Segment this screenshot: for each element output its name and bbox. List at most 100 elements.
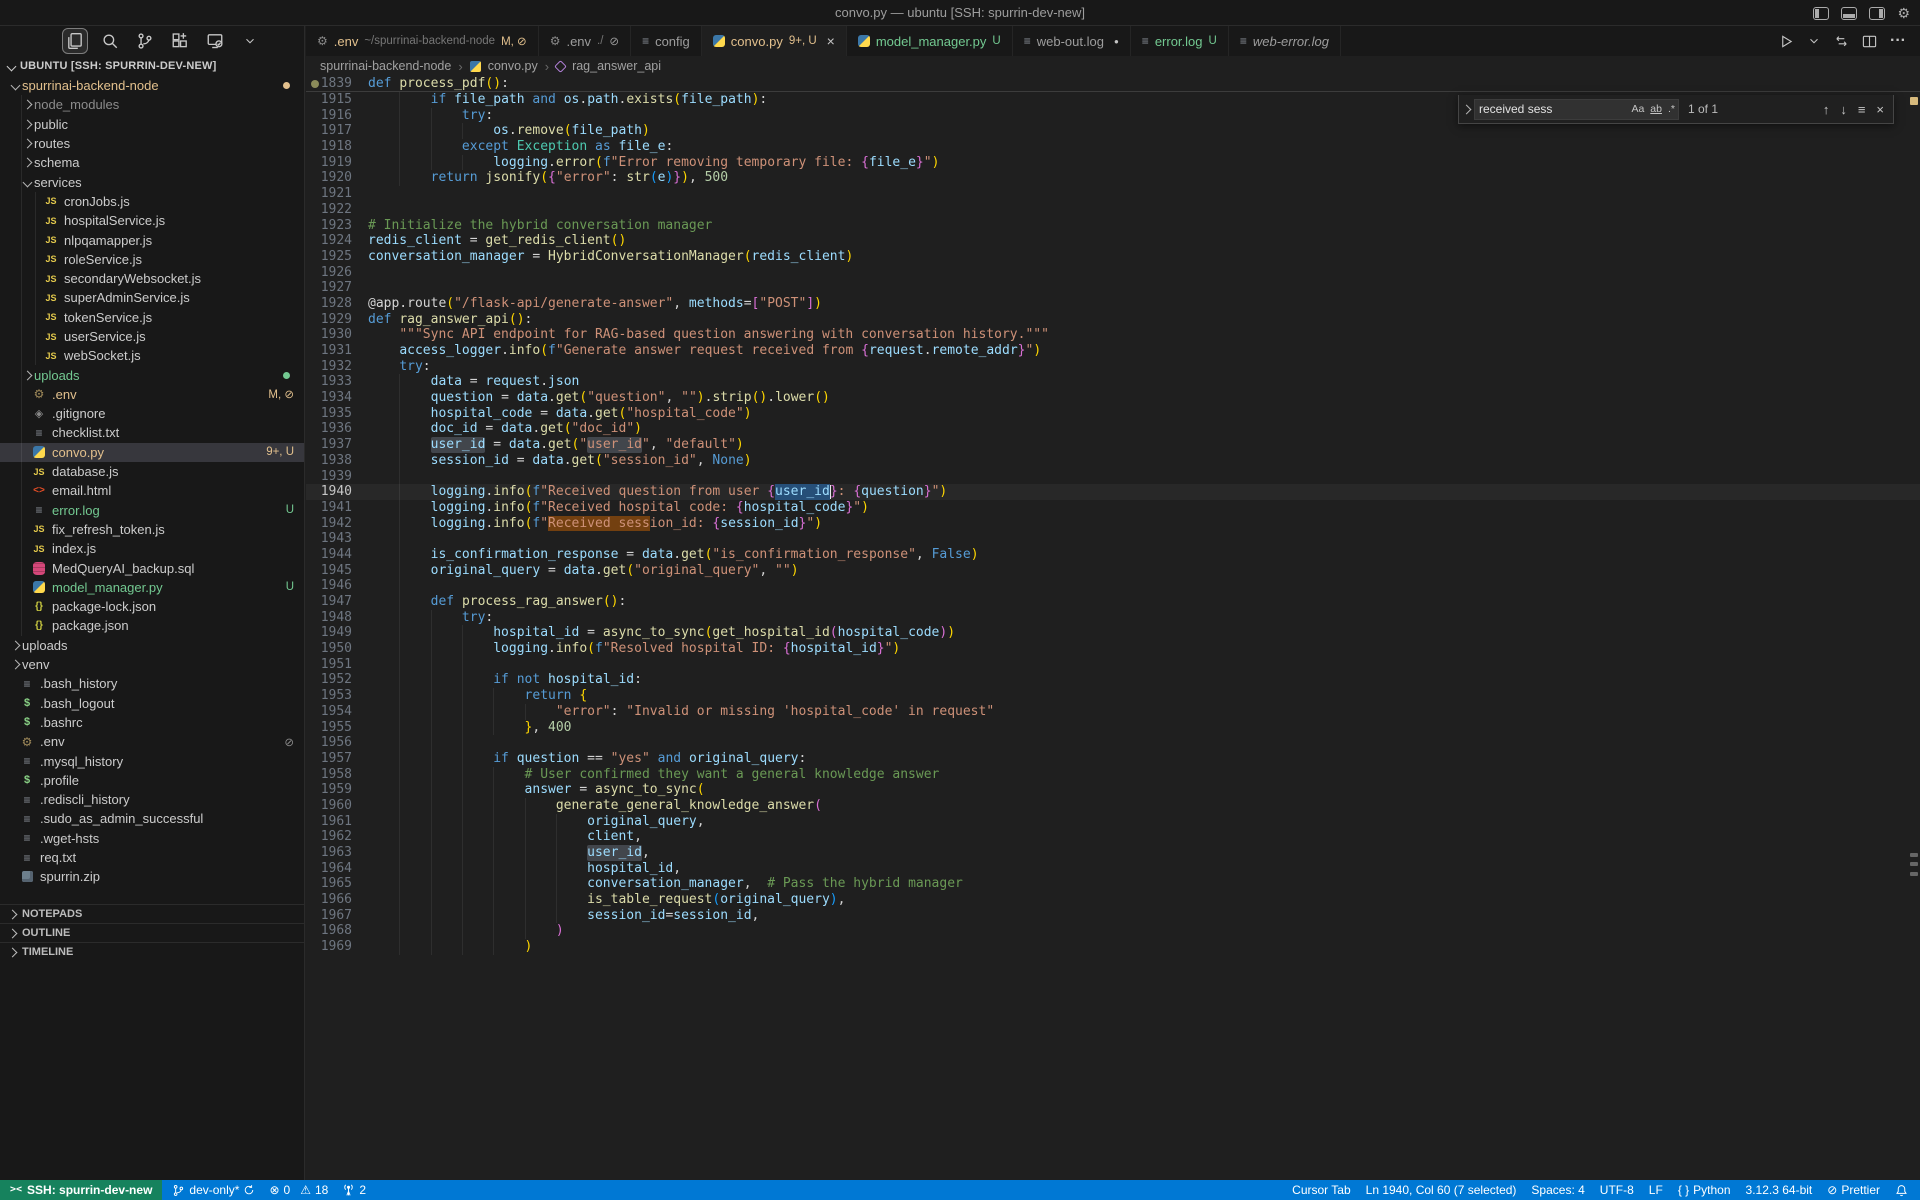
tree-folder-spurrinai-backend-node[interactable]: spurrinai-backend-node: [0, 76, 304, 95]
split-editor-icon[interactable]: [1862, 34, 1877, 49]
code-line[interactable]: 1929def rag_answer_api():: [306, 312, 1920, 328]
code-line[interactable]: 1932 try:: [306, 359, 1920, 375]
tab-convo.py[interactable]: convo.py9+, U×: [702, 26, 847, 56]
status-item-branch[interactable]: dev-only*: [172, 1183, 255, 1197]
tree-file-.wget-hsts[interactable]: ≡.wget-hsts: [0, 829, 304, 848]
code-line[interactable]: 1954 "error": "Invalid or missing 'hospi…: [306, 704, 1920, 720]
sticky-scroll-line[interactable]: 1839def process_pdf():: [306, 76, 1920, 92]
code-line[interactable]: 1922: [306, 202, 1920, 218]
code-line[interactable]: 1920 return jsonify({"error": str(e)}), …: [306, 170, 1920, 186]
code-line[interactable]: 1942 logging.info(f"Received session_id:…: [306, 516, 1920, 532]
code-line[interactable]: 1961 original_query,: [306, 814, 1920, 830]
status-item-ln-1940-col-60-7-selected-[interactable]: Ln 1940, Col 60 (7 selected): [1366, 1183, 1517, 1197]
code-line[interactable]: 1967 session_id=session_id,: [306, 908, 1920, 924]
tree-file-superAdminService.js[interactable]: JSsuperAdminService.js: [0, 288, 304, 307]
run-dropdown-chevron-icon[interactable]: [1807, 34, 1821, 48]
code-line[interactable]: 1937 user_id = data.get("user_id", "defa…: [306, 437, 1920, 453]
code-line[interactable]: 1969 ): [306, 939, 1920, 955]
code-line[interactable]: 1966 is_table_request(original_query),: [306, 892, 1920, 908]
code-line[interactable]: 1928@app.route("/flask-api/generate-answ…: [306, 296, 1920, 312]
code-line[interactable]: 1939: [306, 469, 1920, 485]
tree-file-userService.js[interactable]: JSuserService.js: [0, 327, 304, 346]
breadcrumb-item[interactable]: convo.py: [488, 59, 538, 73]
tree-folder-public[interactable]: public: [0, 115, 304, 134]
tree-folder-routes[interactable]: routes: [0, 134, 304, 153]
close-icon[interactable]: ×: [827, 33, 835, 49]
settings-gear-icon[interactable]: ⚙: [1897, 6, 1910, 20]
breadcrumb-item[interactable]: spurrinai-backend-node: [320, 59, 451, 73]
remote-explorer-icon[interactable]: [202, 28, 228, 54]
tree-folder-node_modules[interactable]: node_modules: [0, 95, 304, 114]
code-line[interactable]: 1959 answer = async_to_sync(: [306, 782, 1920, 798]
overview-ruler[interactable]: [1908, 92, 1920, 1180]
status-item-3-12-3-64-bit[interactable]: 3.12.3 64-bit: [1746, 1183, 1813, 1197]
open-changes-icon[interactable]: [1834, 34, 1849, 49]
code-line[interactable]: 1950 logging.info(f"Resolved hospital ID…: [306, 641, 1920, 657]
sidebar-section-notepads[interactable]: NOTEPADS: [0, 904, 304, 923]
whole-word-icon[interactable]: ab: [1647, 103, 1665, 115]
layout-sidebar-left-icon[interactable]: [1813, 7, 1829, 20]
tree-file-secondaryWebsocket.js[interactable]: JSsecondaryWebsocket.js: [0, 269, 304, 288]
tree-folder-schema[interactable]: schema: [0, 153, 304, 172]
tab-config[interactable]: ≡config: [631, 26, 702, 56]
layout-sidebar-right-icon[interactable]: [1869, 7, 1885, 20]
code-line[interactable]: 1955 }, 400: [306, 720, 1920, 736]
code-line[interactable]: 1948 try:: [306, 610, 1920, 626]
breadcrumb-item[interactable]: rag_answer_api: [572, 59, 661, 73]
code-line[interactable]: 1960 generate_general_knowledge_answer(: [306, 798, 1920, 814]
close-icon[interactable]: ×: [1876, 102, 1884, 117]
tree-file-checklist.txt[interactable]: ≡checklist.txt: [0, 423, 304, 442]
code-line[interactable]: 1958 # User confirmed they want a genera…: [306, 767, 1920, 783]
match-case-icon[interactable]: Aa: [1628, 103, 1647, 115]
code-line[interactable]: 1839def process_pdf():: [306, 76, 1920, 92]
tree-file-.sudo_as_admin_successful[interactable]: ≡.sudo_as_admin_successful: [0, 809, 304, 828]
tab-.env[interactable]: ⚙.env./⊘: [539, 26, 631, 56]
code-line[interactable]: 1933 data = request.json: [306, 374, 1920, 390]
tree-file-error.log[interactable]: ≡error.logU: [0, 501, 304, 520]
tree-file-database.js[interactable]: JSdatabase.js: [0, 462, 304, 481]
code-line[interactable]: 1938 session_id = data.get("session_id",…: [306, 453, 1920, 469]
status-item-utf-8[interactable]: UTF-8: [1600, 1183, 1634, 1197]
tree-file-package.json[interactable]: {}package.json: [0, 616, 304, 635]
layout-panel-icon[interactable]: [1841, 7, 1857, 20]
code-line[interactable]: 1949 hospital_id = async_to_sync(get_hos…: [306, 625, 1920, 641]
run-button[interactable]: [1779, 34, 1794, 49]
code-line[interactable]: 1923# Initialize the hybrid conversation…: [306, 218, 1920, 234]
status-item-prettier[interactable]: ⊘Prettier: [1827, 1183, 1880, 1197]
code-line[interactable]: 1919 logging.error(f"Error removing temp…: [306, 155, 1920, 171]
tree-file-roleService.js[interactable]: JSroleService.js: [0, 250, 304, 269]
code-line[interactable]: 1917 os.remove(file_path): [306, 123, 1920, 139]
tree-file-index.js[interactable]: JSindex.js: [0, 539, 304, 558]
tree-file-package-lock.json[interactable]: {}package-lock.json: [0, 597, 304, 616]
explorer-icon[interactable]: [62, 28, 88, 54]
tree-file-convo.py[interactable]: convo.py9+, U: [0, 443, 304, 462]
tree-file-.bash_logout[interactable]: $.bash_logout: [0, 694, 304, 713]
tree-file-.rediscli_history[interactable]: ≡.rediscli_history: [0, 790, 304, 809]
tab-web-out.log[interactable]: ≡web-out.log●: [1013, 26, 1131, 56]
remote-indicator[interactable]: >< SSH: spurrin-dev-new: [0, 1180, 162, 1200]
regex-icon[interactable]: .*: [1665, 103, 1678, 115]
status-item-python[interactable]: { }Python: [1678, 1183, 1731, 1197]
tree-file-.gitignore[interactable]: ◈.gitignore: [0, 404, 304, 423]
code-line[interactable]: 1926: [306, 265, 1920, 281]
code-line[interactable]: 1962 client,: [306, 829, 1920, 845]
tree-folder-uploads[interactable]: uploads: [0, 365, 304, 384]
code-line[interactable]: 1925conversation_manager = HybridConvers…: [306, 249, 1920, 265]
tab-error.log[interactable]: ≡error.logU: [1131, 26, 1229, 56]
code-line[interactable]: 1936 doc_id = data.get("doc_id"): [306, 421, 1920, 437]
tree-file-.env[interactable]: ⚙.env⊘: [0, 732, 304, 751]
code-line[interactable]: 1963 user_id,: [306, 845, 1920, 861]
code-line[interactable]: 1940 logging.info(f"Received question fr…: [306, 484, 1920, 500]
tab-model_manager.py[interactable]: model_manager.pyU: [847, 26, 1013, 56]
status-item-tower[interactable]: 2: [342, 1183, 366, 1197]
code-line[interactable]: 1934 question = data.get("question", "")…: [306, 390, 1920, 406]
previous-match-icon[interactable]: ↑: [1823, 102, 1830, 117]
extensions-icon[interactable]: [167, 28, 193, 54]
find-in-selection-icon[interactable]: ≡: [1858, 102, 1866, 117]
more-chevron-icon[interactable]: [237, 28, 263, 54]
more-actions-icon[interactable]: ···: [1890, 32, 1906, 50]
status-item-spaces-4[interactable]: Spaces: 4: [1531, 1183, 1584, 1197]
search-icon[interactable]: [97, 28, 123, 54]
tree-file-.bash_history[interactable]: ≡.bash_history: [0, 674, 304, 693]
code-line[interactable]: 1944 is_confirmation_response = data.get…: [306, 547, 1920, 563]
